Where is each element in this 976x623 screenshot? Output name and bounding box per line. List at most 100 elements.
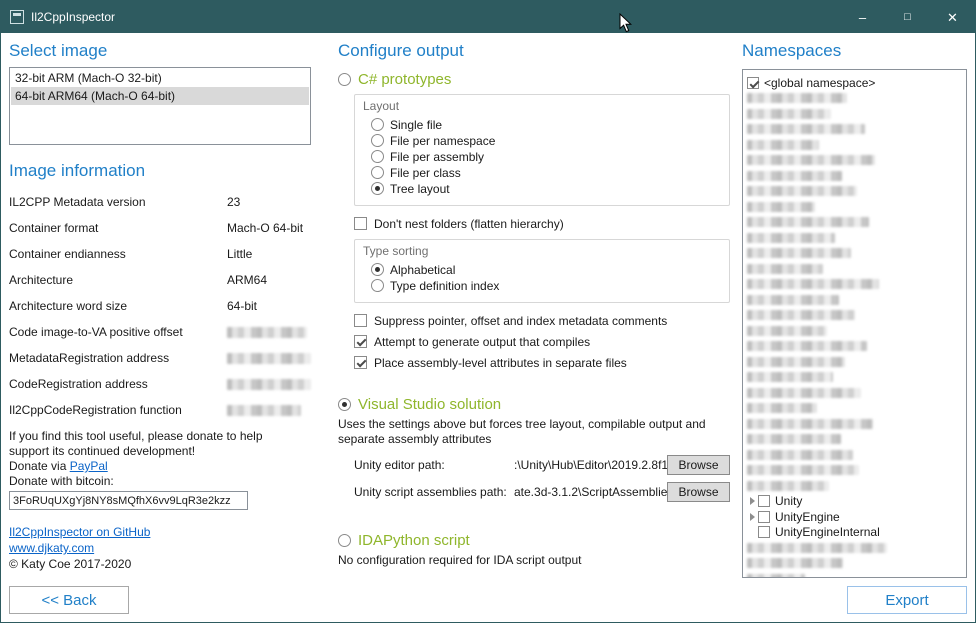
- namespace-row[interactable]: [747, 370, 962, 386]
- idapython-radio[interactable]: IDAPython script: [338, 532, 730, 549]
- flatten-checkbox-row[interactable]: Don't nest folders (flatten hierarchy): [354, 216, 730, 231]
- minimize-button[interactable]: –: [840, 1, 885, 33]
- namespace-row[interactable]: [747, 199, 962, 215]
- namespace-row[interactable]: [747, 556, 962, 572]
- radio-icon: [338, 73, 351, 86]
- checkbox-icon: [354, 356, 367, 369]
- namespace-row[interactable]: [747, 106, 962, 122]
- select-image-heading: Select image: [9, 41, 311, 61]
- namespace-row[interactable]: [747, 478, 962, 494]
- app-window: Il2CppInspector –□✕ Select image 32-bit …: [0, 0, 976, 623]
- redacted-namespace: [747, 465, 859, 475]
- namespace-row[interactable]: UnityEngine: [747, 509, 962, 525]
- redacted-namespace: [747, 450, 853, 460]
- namespace-row[interactable]: [747, 184, 962, 200]
- image-info-row: Architecture word size64-bit: [9, 293, 311, 319]
- namespace-row[interactable]: [747, 416, 962, 432]
- namespace-row[interactable]: [747, 292, 962, 308]
- namespace-row[interactable]: [747, 168, 962, 184]
- links-block: Il2CppInspector on GitHub www.djkaty.com…: [9, 524, 311, 572]
- radio-option[interactable]: File per assembly: [371, 149, 721, 164]
- radio-option[interactable]: File per namespace: [371, 133, 721, 148]
- namespace-row[interactable]: [747, 540, 962, 556]
- app-icon: [10, 10, 24, 24]
- bitcoin-address-input[interactable]: [9, 491, 248, 510]
- radio-icon: [338, 534, 351, 547]
- close-button[interactable]: ✕: [930, 1, 975, 33]
- namespace-row[interactable]: [747, 339, 962, 355]
- checkbox-row[interactable]: Place assembly-level attributes in separ…: [354, 355, 730, 370]
- browse-button[interactable]: Browse: [667, 455, 730, 475]
- radio-option-label: Tree layout: [390, 182, 450, 196]
- namespace-row[interactable]: [747, 91, 962, 107]
- radio-icon: [371, 118, 384, 131]
- radio-option[interactable]: File per class: [371, 165, 721, 180]
- namespace-checkbox[interactable]: [758, 511, 770, 523]
- redacted-value: [227, 327, 307, 338]
- layout-options: Single fileFile per namespaceFile per as…: [363, 117, 721, 196]
- back-button[interactable]: << Back: [9, 586, 129, 614]
- flatten-checkbox-label: Don't nest folders (flatten hierarchy): [374, 217, 564, 231]
- radio-option[interactable]: Type definition index: [371, 278, 721, 293]
- namespace-row[interactable]: [747, 354, 962, 370]
- titlebar[interactable]: Il2CppInspector –□✕: [1, 1, 975, 33]
- namespace-row[interactable]: [747, 308, 962, 324]
- namespace-row[interactable]: [747, 137, 962, 153]
- browse-button[interactable]: Browse: [667, 482, 730, 502]
- unity-path-rows: Unity editor path::\Unity\Hub\Editor\201…: [338, 455, 730, 502]
- info-label: IL2CPP Metadata version: [9, 195, 227, 209]
- namespace-row[interactable]: [747, 571, 962, 578]
- namespace-checkbox[interactable]: [747, 77, 759, 89]
- namespace-row[interactable]: [747, 261, 962, 277]
- namespace-row[interactable]: [747, 153, 962, 169]
- redacted-namespace: [747, 419, 873, 429]
- expander-icon[interactable]: [747, 513, 758, 521]
- namespace-row[interactable]: [747, 246, 962, 262]
- image-listbox[interactable]: 32-bit ARM (Mach-O 32-bit)64-bit ARM64 (…: [9, 67, 311, 145]
- namespace-label: Unity: [775, 494, 802, 508]
- namespace-row[interactable]: [747, 122, 962, 138]
- radio-icon: [371, 279, 384, 292]
- copyright-text: © Katy Coe 2017-2020: [9, 557, 131, 571]
- namespace-row[interactable]: [747, 323, 962, 339]
- namespace-row[interactable]: Unity: [747, 494, 962, 510]
- image-list-item[interactable]: 64-bit ARM64 (Mach-O 64-bit): [11, 87, 309, 105]
- namespace-row[interactable]: [747, 432, 962, 448]
- namespace-row[interactable]: [747, 447, 962, 463]
- namespace-row[interactable]: [747, 230, 962, 246]
- namespace-row[interactable]: [747, 401, 962, 417]
- path-label: Unity editor path:: [354, 458, 514, 472]
- checkbox-row[interactable]: Suppress pointer, offset and index metad…: [354, 313, 730, 328]
- website-link[interactable]: www.djkaty.com: [9, 541, 94, 555]
- visual-studio-radio[interactable]: Visual Studio solution: [338, 396, 730, 413]
- namespace-row[interactable]: [747, 385, 962, 401]
- namespace-row[interactable]: [747, 277, 962, 293]
- csharp-prototypes-radio[interactable]: C# prototypes: [338, 71, 730, 88]
- radio-option[interactable]: Tree layout: [371, 181, 721, 196]
- github-link[interactable]: Il2CppInspector on GitHub: [9, 525, 150, 539]
- redacted-namespace: [747, 434, 841, 444]
- radio-option[interactable]: Alphabetical: [371, 262, 721, 277]
- info-label: Il2CppCodeRegistration function: [9, 403, 227, 417]
- checkbox-row[interactable]: Attempt to generate output that compiles: [354, 334, 730, 349]
- maximize-button[interactable]: □: [885, 1, 930, 33]
- namespace-row[interactable]: <global namespace>: [747, 75, 962, 91]
- namespace-row[interactable]: [747, 463, 962, 479]
- expander-icon[interactable]: [747, 497, 758, 505]
- namespace-checkbox[interactable]: [758, 495, 770, 507]
- image-list-item[interactable]: 32-bit ARM (Mach-O 32-bit): [11, 69, 309, 87]
- paypal-link[interactable]: PayPal: [70, 459, 108, 473]
- namespace-label: <global namespace>: [764, 76, 875, 90]
- namespaces-list[interactable]: <global namespace> UnityUnityEngineUnityE…: [742, 69, 967, 578]
- redacted-namespace: [747, 326, 827, 336]
- radio-option[interactable]: Single file: [371, 117, 721, 132]
- minimize-icon: –: [859, 11, 866, 24]
- namespace-row[interactable]: UnityEngineInternal: [747, 525, 962, 541]
- visual-studio-description: Uses the settings above but forces tree …: [338, 417, 730, 447]
- namespace-checkbox[interactable]: [758, 526, 770, 538]
- donate-bitcoin-label: Donate with bitcoin:: [9, 474, 311, 489]
- redacted-value: [227, 353, 311, 364]
- namespace-row[interactable]: [747, 215, 962, 231]
- export-button[interactable]: Export: [847, 586, 967, 614]
- path-label: Unity script assemblies path:: [354, 485, 514, 499]
